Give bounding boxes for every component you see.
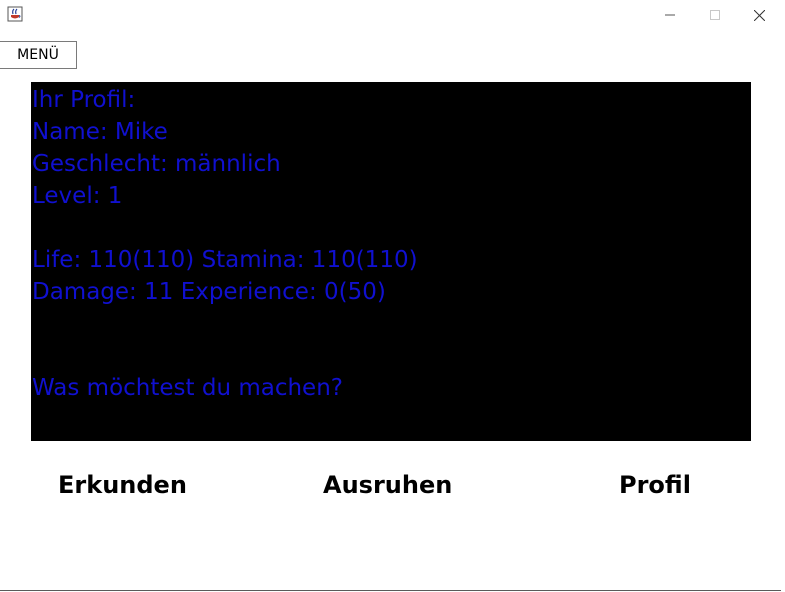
console-line: Level: 1 (32, 183, 123, 209)
maximize-icon (709, 10, 720, 20)
game-console: Ihr Profil: Name: Mike Geschlecht: männl… (31, 82, 751, 441)
profile-button[interactable]: Profil (619, 468, 699, 502)
console-line: Life: 110(110) Stamina: 110(110) (32, 247, 418, 273)
game-window: MENÜ Ihr Profil: Name: Mike Geschlecht: … (0, 0, 785, 592)
console-line: Geschlecht: männlich (32, 151, 281, 177)
close-button[interactable] (737, 0, 782, 30)
java-cup-icon (7, 6, 23, 22)
window-bottom-border (0, 590, 781, 591)
console-line: Name: Mike (32, 119, 168, 145)
rest-button[interactable]: Ausruhen (323, 468, 463, 502)
close-icon (754, 9, 765, 21)
console-line: Damage: 11 Experience: 0(50) (32, 279, 386, 305)
menu-button[interactable]: MENÜ (0, 41, 77, 69)
minimize-button[interactable] (647, 0, 692, 30)
maximize-button[interactable] (692, 0, 737, 30)
explore-button[interactable]: Erkunden (58, 468, 193, 502)
title-bar[interactable] (0, 0, 785, 30)
minimize-icon (664, 10, 675, 20)
console-line: Ihr Profil: (32, 87, 136, 113)
console-line: Was möchtest du machen? (32, 375, 343, 401)
